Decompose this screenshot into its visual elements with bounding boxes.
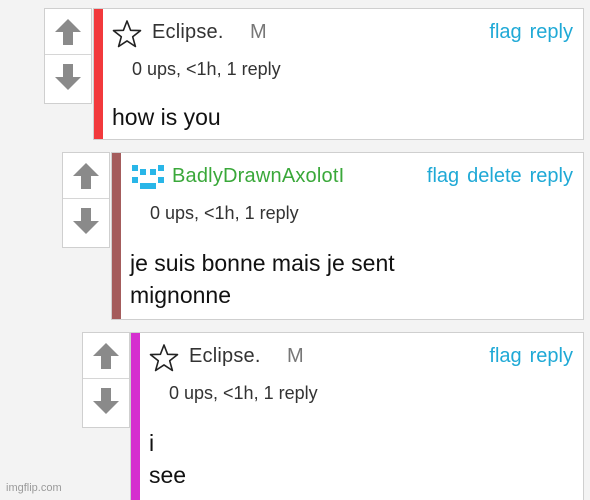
username-link[interactable]: Eclipse. — [189, 345, 261, 368]
comment-card: Eclipse. M flag reply 0 ups, <1h, 1 reply… — [93, 8, 584, 140]
flag-link[interactable]: flag — [427, 165, 459, 187]
flag-link[interactable]: flag — [489, 21, 521, 43]
arrow-up-icon — [55, 18, 81, 45]
thread-stripe — [94, 9, 103, 139]
comment-1: Eclipse. M flag reply 0 ups, <1h, 1 reply… — [44, 8, 584, 140]
arrow-down-icon — [55, 64, 81, 90]
comment-actions: flag delete reply — [419, 165, 573, 188]
arrow-down-icon — [73, 208, 99, 234]
comment-header: Eclipse. M flag reply — [149, 343, 575, 373]
vote-box — [44, 8, 92, 104]
comment-actions: flag reply — [481, 21, 573, 44]
comment-3: Eclipse. M flag reply 0 ups, <1h, 1 reply… — [82, 332, 584, 500]
upvote-button[interactable] — [63, 153, 109, 198]
comment-header: BadlyDrawnAxolotI flag delete reply — [130, 163, 575, 191]
upvote-button[interactable] — [45, 9, 91, 54]
comment-card: BadlyDrawnAxolotI flag delete reply 0 ups,… — [111, 152, 584, 320]
comment-text-line: mignonne — [130, 282, 232, 308]
pixel-face-icon[interactable] — [130, 163, 166, 193]
comment-text-line: how is you — [112, 104, 221, 130]
comment-actions: flag reply — [481, 345, 573, 368]
comment-text-line: see — [149, 462, 187, 488]
comment-meta: 0 ups, <1h, 1 reply — [150, 203, 299, 223]
user-rank-badge: M — [250, 21, 267, 43]
vote-box — [62, 152, 110, 248]
comment-meta: 0 ups, <1h, 1 reply — [132, 59, 281, 79]
downvote-button[interactable] — [63, 198, 109, 243]
comment-card: Eclipse. M flag reply 0 ups, <1h, 1 reply… — [130, 332, 584, 500]
vote-box — [82, 332, 130, 428]
comment-text-line: je suis bonne mais je sent — [130, 250, 395, 276]
user-rank-badge: M — [287, 345, 304, 367]
arrow-up-icon — [93, 342, 119, 369]
comment-text: how is you — [112, 101, 221, 133]
comment-2: BadlyDrawnAxolotI flag delete reply 0 ups,… — [62, 152, 584, 320]
reply-link[interactable]: reply — [530, 345, 573, 367]
comment-meta: 0 ups, <1h, 1 reply — [169, 383, 318, 403]
comment-text: je suis bonne mais je sent mignonne — [130, 247, 395, 311]
thread-stripe — [112, 153, 121, 319]
comment-text: i see — [149, 427, 186, 491]
delete-link[interactable]: delete — [467, 165, 522, 187]
flag-link[interactable]: flag — [489, 345, 521, 367]
comment-text-line: i — [149, 430, 155, 456]
downvote-button[interactable] — [83, 378, 129, 423]
reply-link[interactable]: reply — [530, 165, 573, 187]
watermark-text: imgflip.com — [6, 482, 62, 494]
arrow-up-icon — [73, 162, 99, 189]
star-outline-icon[interactable] — [112, 19, 142, 49]
star-outline-icon[interactable] — [149, 343, 179, 373]
thread-stripe — [131, 333, 140, 500]
reply-link[interactable]: reply — [530, 21, 573, 43]
username-link[interactable]: Eclipse. — [152, 21, 224, 44]
downvote-button[interactable] — [45, 54, 91, 99]
comment-header: Eclipse. M flag reply — [112, 19, 575, 49]
arrow-down-icon — [93, 388, 119, 414]
upvote-button[interactable] — [83, 333, 129, 378]
username-link[interactable]: BadlyDrawnAxolotI — [172, 165, 344, 188]
